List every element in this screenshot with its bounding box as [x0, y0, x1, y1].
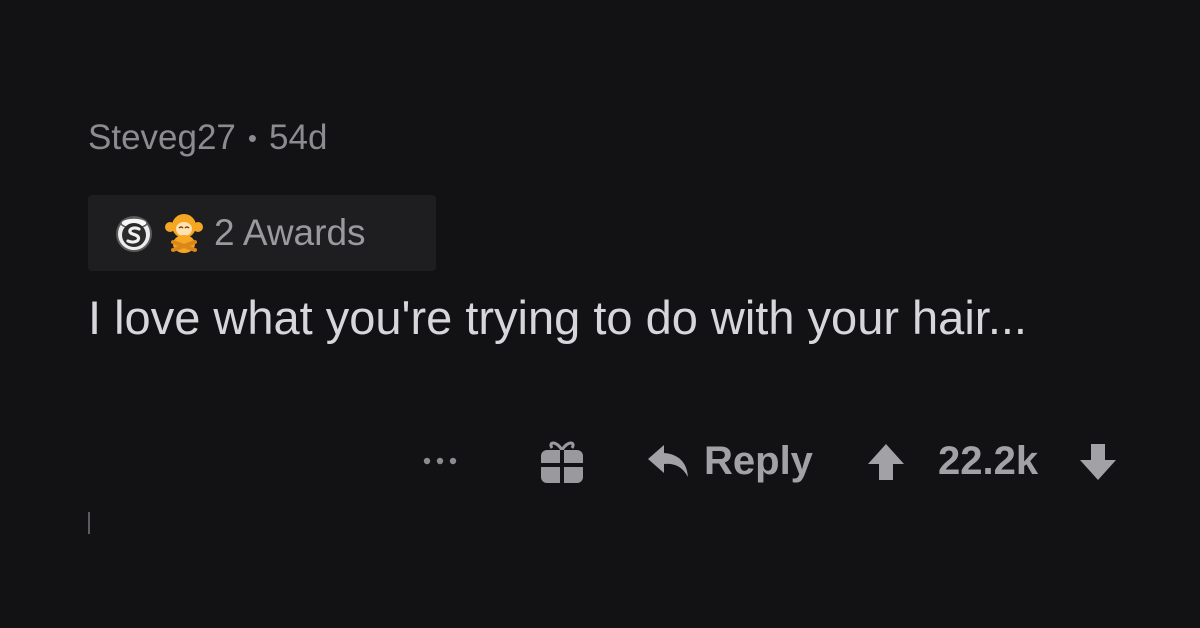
comment-body: I love what you're trying to do with you… [88, 291, 1027, 344]
silver-coin-icon [116, 216, 152, 252]
author-name[interactable]: Steveg27 [88, 118, 236, 158]
comment-age: 54d [269, 118, 328, 157]
comment-meta: Steveg27 • 54d [88, 118, 327, 158]
reply-arrow-icon [648, 445, 688, 477]
more-dots-icon [423, 457, 457, 465]
more-options-button[interactable] [420, 436, 460, 486]
gift-icon[interactable] [538, 438, 586, 486]
upvote-icon[interactable] [866, 442, 906, 482]
thread-line[interactable] [88, 512, 90, 534]
awards-label: 2 Awards [214, 212, 366, 253]
reply-button[interactable]: Reply [646, 436, 813, 486]
monkey-award-icon [165, 214, 203, 253]
vote-score: 22.2k [938, 439, 1039, 483]
downvote-icon[interactable] [1078, 442, 1118, 482]
comment-actions: Reply 22.2k [88, 436, 1148, 486]
awards-badge[interactable]: 2 Awards [88, 195, 436, 271]
meta-separator: • [247, 122, 258, 153]
reply-label: Reply [704, 438, 813, 483]
comment: Steveg27 • 54d 2 Awards I love what you'… [88, 0, 1148, 628]
